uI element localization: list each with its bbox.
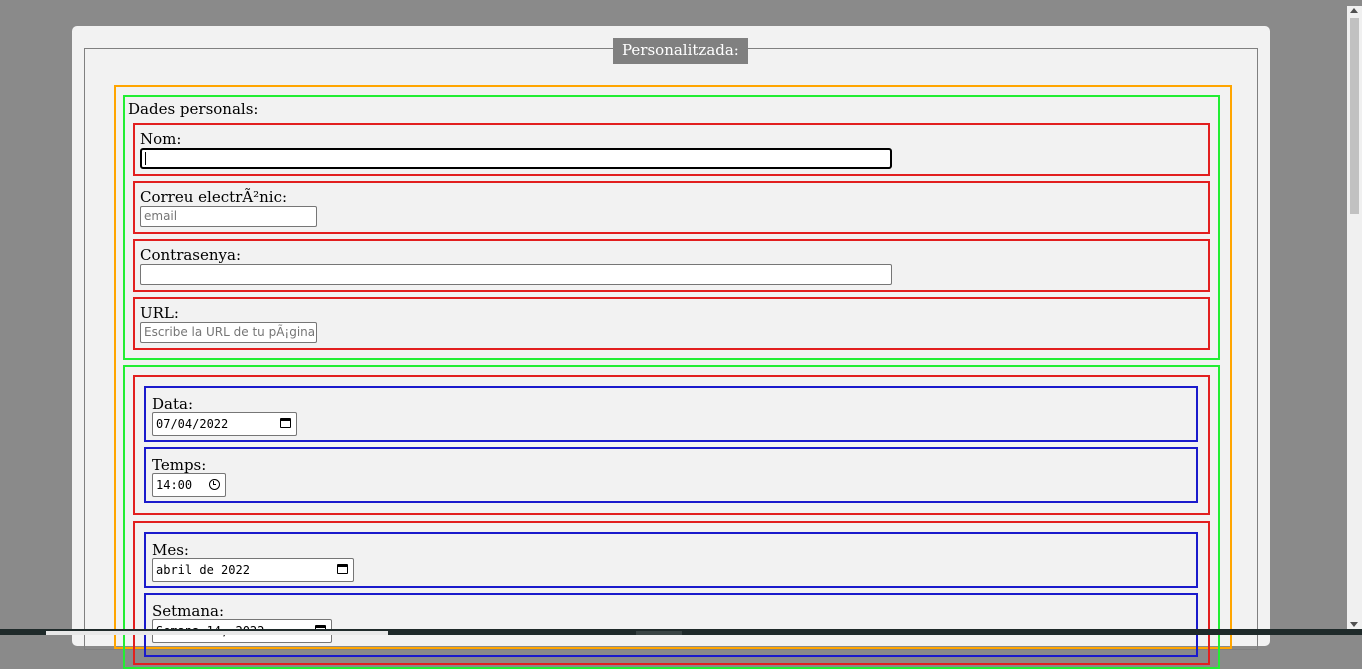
taskbar-item[interactable] [636, 631, 682, 635]
password-label: Contrasenya: [140, 246, 242, 264]
time-input[interactable]: 14:00 [152, 473, 226, 497]
vertical-scrollbar[interactable] [1347, 6, 1362, 629]
date-input[interactable]: 07/04/2022 [152, 412, 297, 436]
week-label: Setmana: [152, 602, 225, 620]
fieldset-legend: Personalitzada: [613, 38, 748, 64]
taskbar-item[interactable] [46, 631, 388, 635]
time-label: Temps: [152, 456, 207, 474]
email-label: Correu electrÃ²nic: [140, 188, 288, 206]
personal-data-title: Dades personals: [128, 100, 259, 118]
top-border [0, 0, 1362, 6]
time-field-group [144, 447, 1198, 503]
taskbar [0, 629, 1362, 635]
scroll-up-icon[interactable] [1350, 8, 1358, 13]
url-input[interactable]: Escribe la URL de tu pÃ¡gina [140, 322, 317, 343]
calendar-icon[interactable] [337, 564, 348, 574]
text-caret [145, 152, 146, 165]
url-label: URL: [140, 304, 179, 322]
name-label: Nom: [140, 130, 182, 148]
name-input[interactable] [140, 148, 892, 169]
calendar-icon[interactable] [280, 418, 291, 428]
date-field-group [144, 386, 1198, 442]
month-label: Mes: [152, 541, 189, 559]
date-label: Data: [152, 395, 193, 413]
email-input[interactable]: email [140, 206, 317, 227]
password-input[interactable] [140, 264, 892, 285]
scroll-down-icon[interactable] [1350, 622, 1358, 627]
scrollbar-thumb[interactable] [1350, 18, 1359, 214]
clock-icon[interactable] [209, 479, 220, 490]
form-card: Personalitzada: Dades personals: Nom: Co… [72, 26, 1270, 669]
month-input[interactable]: abril de 2022 [152, 558, 354, 582]
